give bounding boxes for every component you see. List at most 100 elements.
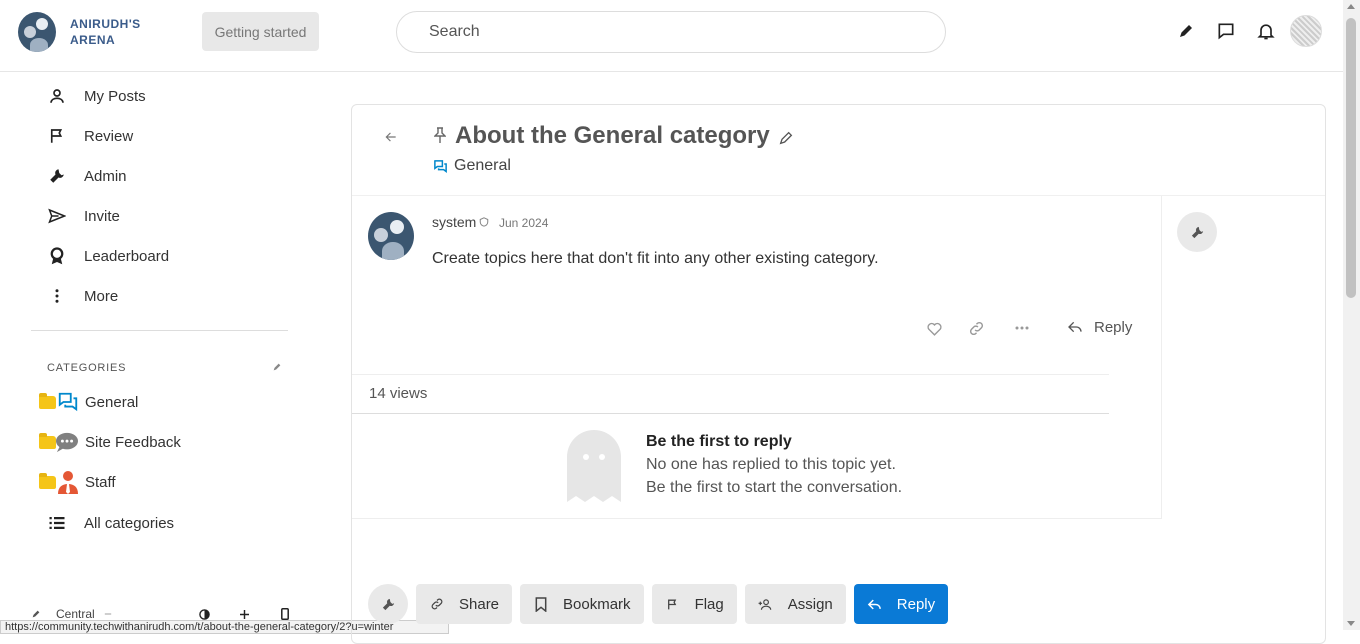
post-body: Create topics here that don't fit into a…	[432, 250, 879, 267]
topic-footer-buttons: Share Bookmark Flag Assign Reply	[368, 584, 956, 624]
edit-title-icon[interactable]	[777, 129, 795, 147]
assign-button[interactable]: Assign	[744, 584, 846, 624]
topic-admin-button[interactable]	[1177, 212, 1217, 252]
chat-bubbles-icon	[57, 391, 79, 413]
category-label: Site Feedback	[85, 433, 181, 451]
scroll-down-arrow[interactable]	[1347, 621, 1355, 626]
folder-icon	[39, 433, 56, 449]
sidebar-item-label: More	[84, 287, 119, 305]
flag-button[interactable]: Flag	[651, 584, 737, 624]
user-avatar[interactable]	[1290, 15, 1322, 47]
category-label: Staff	[85, 473, 116, 491]
wrench-icon	[380, 596, 396, 612]
link-icon[interactable]	[966, 318, 986, 338]
sidebar-item-review[interactable]: Review	[46, 124, 133, 148]
views-bottom-divider	[352, 413, 1109, 414]
scrollbar[interactable]	[1343, 0, 1360, 630]
sidebar-item-my-posts[interactable]: My Posts	[46, 84, 146, 108]
category-item-staff[interactable]: Staff	[39, 469, 116, 495]
edit-categories-icon[interactable]	[271, 361, 283, 373]
like-heart-icon[interactable]	[924, 318, 944, 338]
user-plus-icon	[758, 596, 774, 612]
title-divider	[352, 195, 1325, 196]
sidebar-item-label: Invite	[84, 207, 120, 225]
sidebar-item-admin[interactable]: Admin	[46, 164, 127, 188]
pencil-icon[interactable]	[1175, 20, 1197, 42]
logo-image	[18, 12, 56, 52]
topic-title: About the General category	[455, 122, 770, 149]
wrench-icon	[46, 165, 68, 187]
link-icon	[429, 596, 445, 612]
topic-admin-actions-button[interactable]	[368, 584, 408, 624]
sidebar-item-label: Review	[84, 127, 134, 145]
post-avatar[interactable]	[368, 212, 414, 260]
scroll-up-arrow[interactable]	[1347, 4, 1355, 9]
dark-mode-icon[interactable]	[199, 608, 211, 620]
sidebar-item-more[interactable]: More	[46, 284, 118, 308]
topic-category-badge[interactable]: General	[432, 157, 511, 175]
views-top-divider	[352, 374, 1109, 375]
more-horizontal-icon[interactable]	[1012, 318, 1032, 338]
empty-state-line: No one has replied to this topic yet.	[646, 456, 896, 473]
reply-button[interactable]: Reply	[853, 584, 949, 624]
category-item-site-feedback[interactable]: Site Feedback	[39, 429, 181, 455]
category-icons	[39, 390, 85, 414]
sidebar-divider	[31, 330, 288, 331]
getting-started-button[interactable]: Getting started	[202, 12, 319, 51]
list-icon	[46, 512, 68, 534]
bookmark-icon	[533, 596, 549, 612]
brush-icon[interactable]	[30, 608, 42, 620]
sidebar-item-label: My Posts	[84, 87, 146, 105]
sidebar-item-all-categories[interactable]: All categories	[46, 511, 174, 535]
ghost-icon	[567, 430, 621, 502]
category-icons	[39, 430, 85, 454]
scroll-thumb[interactable]	[1346, 18, 1356, 298]
sidebar-item-label: All categories	[84, 514, 175, 532]
post-username[interactable]: system	[432, 214, 490, 230]
sidebar-item-leaderboard[interactable]: Leaderboard	[46, 244, 169, 268]
pin-icon	[433, 126, 447, 144]
post-reply-button[interactable]: Reply	[1066, 318, 1132, 336]
reply-icon	[1066, 318, 1084, 336]
post-column-divider	[1161, 196, 1162, 519]
mobile-icon[interactable]	[279, 608, 291, 620]
sidebar-item-label: Leaderboard	[84, 247, 170, 265]
site-header: ANIRUDH'S ARENA Getting started	[0, 0, 1343, 72]
bookmark-button[interactable]: Bookmark	[520, 584, 644, 624]
award-icon	[46, 245, 68, 267]
flag-icon	[46, 125, 68, 147]
site-logo[interactable]: ANIRUDH'S ARENA	[18, 12, 141, 52]
theme-selector[interactable]: Central	[56, 607, 95, 621]
more-vertical-icon	[46, 285, 68, 307]
plus-icon[interactable]	[239, 608, 251, 620]
chat-bubbles-icon	[432, 158, 448, 174]
sidebar: My Posts Review Admin Invite Leaderboard…	[0, 72, 320, 630]
post-date[interactable]: Jun 2024	[499, 216, 548, 230]
user-icon	[46, 85, 68, 107]
reply-icon	[867, 596, 883, 612]
flag-icon	[665, 596, 681, 612]
back-arrow-icon[interactable]	[382, 128, 400, 146]
logo-text: ANIRUDH'S ARENA	[70, 17, 141, 47]
share-button[interactable]: Share	[416, 584, 513, 624]
category-item-general[interactable]: General	[39, 389, 138, 415]
speech-bubble-icon	[55, 431, 79, 453]
folder-icon	[39, 473, 56, 489]
topic-category-label: General	[454, 157, 511, 174]
categories-heading: CATEGORIES	[47, 362, 127, 374]
sidebar-item-label: Admin	[84, 167, 127, 185]
search-input[interactable]	[396, 11, 946, 53]
staff-person-icon	[57, 470, 79, 494]
empty-state-line: Be the first to start the conversation.	[646, 479, 903, 496]
bell-icon[interactable]	[1255, 20, 1277, 42]
sidebar-item-invite[interactable]: Invite	[46, 204, 120, 228]
empty-state-divider	[352, 518, 1162, 519]
shield-icon	[478, 216, 490, 228]
folder-icon	[39, 393, 56, 409]
category-icons	[39, 470, 85, 494]
chevron-down-icon[interactable]	[103, 609, 113, 619]
wrench-icon	[1190, 225, 1205, 240]
category-label: General	[85, 393, 139, 411]
send-icon	[46, 205, 68, 227]
chat-icon[interactable]	[1215, 20, 1237, 42]
